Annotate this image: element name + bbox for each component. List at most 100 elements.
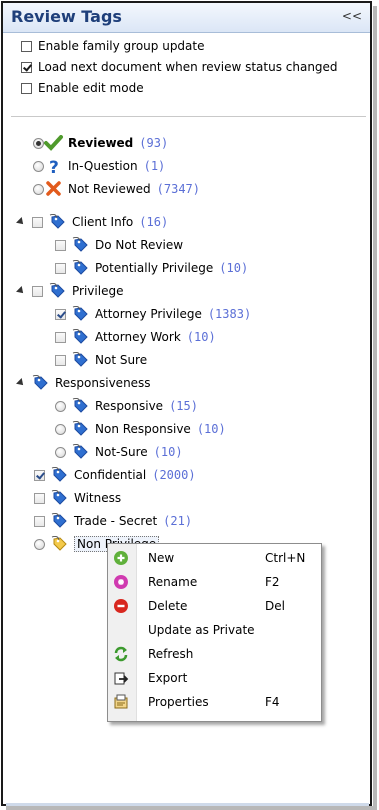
menu-item-label: Refresh: [148, 647, 194, 661]
tag-icon: [49, 214, 65, 229]
resize-grip[interactable]: [6, 803, 369, 806]
tag-icon: [32, 375, 48, 390]
menu-item-rename[interactable]: Rename F2: [108, 570, 319, 594]
attorney-privilege-checkbox[interactable]: [55, 308, 66, 320]
load-next-document-option[interactable]: Load next document when review status ch…: [21, 60, 338, 74]
expand-collapse-icon[interactable]: [16, 378, 26, 388]
enable-edit-mode-checkbox[interactable]: [21, 82, 32, 94]
node-label: Witness: [74, 491, 122, 505]
non-responsive-radio[interactable]: [55, 423, 66, 435]
node-label: Attorney Privilege: [95, 307, 202, 321]
node-label: Responsive: [95, 399, 164, 413]
panel-title: Review Tags: [11, 7, 122, 26]
not-sure-checkbox[interactable]: [55, 354, 66, 366]
node-label: Client Info: [72, 215, 134, 229]
tree-node-witness[interactable]: Witness: [34, 490, 121, 506]
menu-item-shortcut: Ctrl+N: [265, 551, 306, 565]
not-sure-radio[interactable]: [55, 446, 66, 458]
non-privilege-radio[interactable]: [34, 538, 45, 550]
tag-icon: [72, 398, 88, 413]
enable-family-group-option[interactable]: Enable family group update: [21, 39, 205, 53]
reviewed-radio[interactable]: [33, 137, 44, 149]
attorney-work-checkbox[interactable]: [55, 331, 66, 343]
plus-circle-icon: [114, 551, 128, 565]
menu-item-label: Update as Private: [148, 623, 255, 637]
confidential-checkbox[interactable]: [34, 469, 45, 481]
tree-node-attorney-privilege[interactable]: Attorney Privilege (1383): [55, 306, 251, 322]
menu-item-properties[interactable]: Properties F4: [108, 690, 319, 714]
node-label: Non Responsive: [95, 422, 191, 436]
status-count: (7347): [156, 182, 201, 196]
tree-node-trade-secret[interactable]: Trade - Secret (21): [34, 513, 192, 529]
potentially-privilege-checkbox[interactable]: [55, 262, 66, 274]
tag-icon: [72, 329, 88, 344]
node-count: (10): [153, 445, 183, 459]
node-count: (2000): [152, 468, 196, 482]
status-in-question[interactable]: ? In-Question (1): [33, 158, 165, 174]
tag-icon: [72, 237, 88, 252]
node-label: Responsiveness: [55, 376, 151, 390]
node-label: Not-Sure: [95, 445, 148, 459]
rename-icon: [114, 575, 128, 589]
privilege-checkbox[interactable]: [32, 285, 43, 297]
node-label: Trade - Secret: [74, 514, 158, 528]
menu-item-label: Export: [148, 671, 188, 685]
status-label: In-Question: [68, 159, 138, 173]
tree-node-not-sure[interactable]: Not Sure: [55, 352, 147, 368]
expand-collapse-icon[interactable]: [16, 286, 26, 296]
node-label: Do Not Review: [95, 238, 184, 252]
tree-node-confidential[interactable]: Confidential (2000): [34, 467, 196, 483]
menu-item-new[interactable]: New Ctrl+N: [108, 546, 319, 570]
menu-item-shortcut: Del: [265, 599, 285, 613]
client-info-checkbox[interactable]: [32, 216, 43, 228]
menu-item-shortcut: F4: [265, 695, 280, 709]
node-count: (10): [219, 261, 249, 275]
node-label: Not Sure: [95, 353, 148, 367]
expand-collapse-icon[interactable]: [16, 217, 26, 227]
refresh-icon: [114, 646, 128, 662]
tree-node-responsive[interactable]: Responsive (15): [55, 398, 198, 414]
in-question-radio[interactable]: [33, 160, 44, 172]
node-count: (1383): [207, 307, 252, 321]
responsive-radio[interactable]: [55, 400, 66, 412]
menu-item-shortcut: F2: [265, 575, 280, 589]
enable-edit-mode-option[interactable]: Enable edit mode: [21, 81, 144, 95]
tree-node-do-not-review[interactable]: Do Not Review: [55, 237, 183, 253]
export-icon: [114, 672, 129, 685]
tree-node-client-info[interactable]: Client Info (16): [16, 214, 168, 230]
status-label: Reviewed: [68, 136, 134, 150]
tag-icon: [72, 444, 88, 459]
witness-checkbox[interactable]: [34, 492, 45, 504]
node-label: Privilege: [72, 284, 124, 298]
status-reviewed[interactable]: Reviewed (93): [33, 135, 168, 151]
node-label: Confidential: [74, 468, 147, 482]
tag-icon: [51, 467, 67, 482]
tree-node-non-responsive[interactable]: Non Responsive (10): [55, 421, 226, 437]
collapse-panel-button[interactable]: <<: [342, 9, 362, 23]
trade-secret-checkbox[interactable]: [34, 515, 45, 527]
tree-node-potentially-privilege[interactable]: Potentially Privilege (10): [55, 260, 248, 276]
menu-item-update-as-private[interactable]: Update as Private: [108, 618, 319, 642]
menu-item-delete[interactable]: Delete Del: [108, 594, 319, 618]
load-next-document-checkbox[interactable]: [21, 61, 32, 73]
tree-node-privilege[interactable]: Privilege: [16, 283, 124, 299]
do-not-review-checkbox[interactable]: [55, 239, 66, 251]
status-count: (93): [139, 136, 169, 150]
tag-icon: [51, 513, 67, 528]
divider: [11, 116, 366, 117]
option-label: Enable edit mode: [38, 81, 144, 95]
status-not-reviewed[interactable]: Not Reviewed (7347): [33, 181, 200, 197]
menu-item-export[interactable]: Export: [108, 666, 319, 690]
enable-family-group-checkbox[interactable]: [21, 40, 32, 52]
option-label: Load next document when review status ch…: [38, 60, 338, 74]
x-icon: [46, 181, 61, 196]
menu-item-label: New: [148, 551, 175, 565]
tree-node-not-sure-responsive[interactable]: Not-Sure (10): [55, 444, 183, 460]
menu-item-label: Delete: [148, 599, 188, 613]
tree-node-responsiveness[interactable]: Responsiveness: [16, 375, 151, 391]
menu-item-refresh[interactable]: Refresh: [108, 642, 319, 666]
not-reviewed-radio[interactable]: [33, 183, 44, 195]
tree-node-attorney-work[interactable]: Attorney Work (10): [55, 329, 216, 345]
panel-header: Review Tags <<: [3, 3, 370, 33]
properties-icon: [114, 694, 128, 709]
